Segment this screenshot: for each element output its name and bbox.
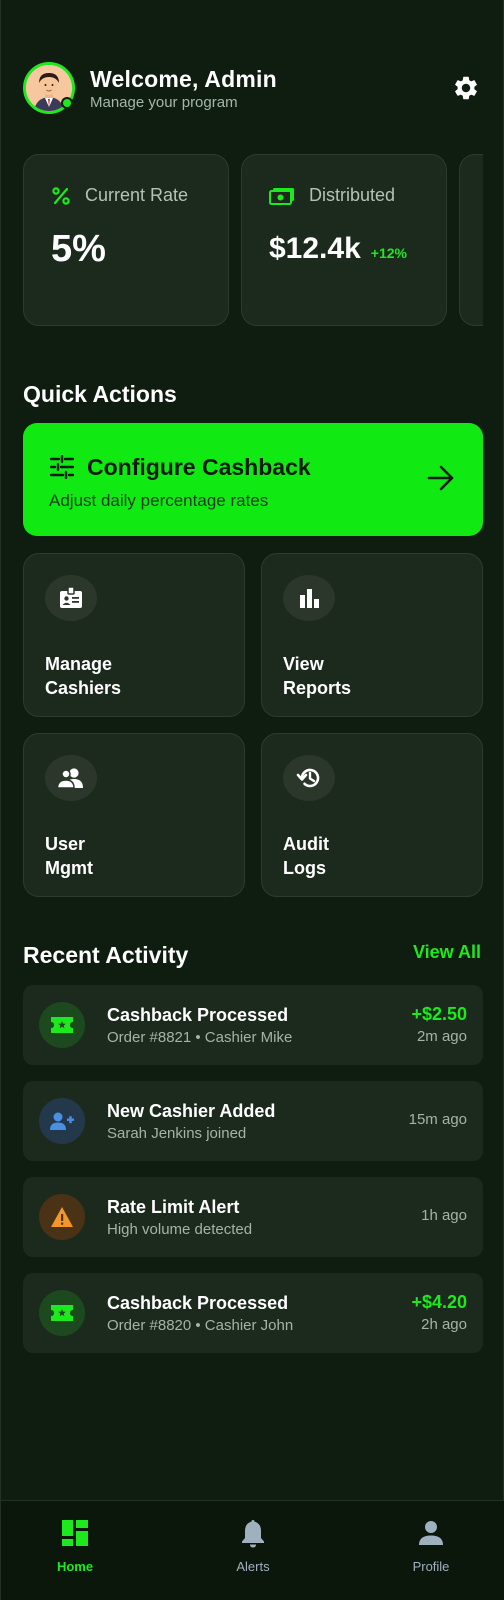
activity-item[interactable]: Rate Limit Alert High volume detected 1h… — [23, 1177, 483, 1257]
action-label-line2: Reports — [283, 678, 352, 698]
stat-value-amount: $12.4k — [269, 232, 361, 265]
user-add-icon — [39, 1098, 85, 1144]
gear-icon — [455, 76, 477, 100]
activity-subtitle: Sarah Jenkins joined — [107, 1125, 247, 1142]
action-label-line1: Audit — [283, 834, 329, 854]
stat-label: Current Rate — [85, 185, 189, 205]
action-label-line1: View — [283, 654, 324, 674]
activity-time: 2h ago — [421, 1316, 467, 1333]
arrow-right-icon — [427, 465, 455, 496]
activity-item[interactable]: Cashback Processed Order #8820 • Cashier… — [23, 1273, 483, 1353]
activity-subtitle: High volume detected — [107, 1221, 253, 1238]
warning-icon — [39, 1194, 85, 1240]
page-title: Welcome, Admin — [90, 65, 277, 92]
activity-amount: +$2.50 — [411, 1004, 467, 1024]
activity-subtitle: Order #8820 • Cashier John — [107, 1317, 294, 1334]
view-reports-button[interactable]: View Reports — [261, 553, 483, 717]
configure-title: Configure Cashback — [87, 454, 311, 480]
stat-value: 5% — [51, 228, 106, 270]
activity-time: 15m ago — [408, 1111, 467, 1128]
stat-card-partial[interactable] — [459, 154, 483, 326]
activity-title: Cashback Processed — [107, 1293, 289, 1313]
activity-title: New Cashier Added — [107, 1101, 276, 1121]
activity-title: Cashback Processed — [107, 1005, 289, 1025]
activity-time: 1h ago — [421, 1207, 467, 1224]
person-icon — [386, 1517, 476, 1549]
view-all-link[interactable]: View All — [413, 942, 481, 963]
percent-icon — [51, 186, 71, 206]
stat-delta: +12% — [370, 245, 407, 261]
users-icon — [45, 755, 97, 801]
action-label-line1: User — [45, 834, 86, 854]
badge-icon — [45, 575, 97, 621]
audit-logs-button[interactable]: Audit Logs — [261, 733, 483, 897]
history-icon — [283, 755, 335, 801]
settings-button[interactable] — [451, 73, 481, 103]
user-mgmt-button[interactable]: User Mgmt — [23, 733, 245, 897]
page-subtitle: Manage your program — [90, 93, 238, 111]
activity-item[interactable]: New Cashier Added Sarah Jenkins joined 1… — [23, 1081, 483, 1161]
bell-icon — [208, 1517, 298, 1549]
bar-chart-icon — [283, 575, 335, 621]
activity-item[interactable]: Cashback Processed Order #8821 • Cashier… — [23, 985, 483, 1065]
action-label-line2: Cashiers — [45, 678, 122, 698]
nav-home[interactable]: Home — [30, 1517, 120, 1574]
ticket-icon — [39, 1002, 85, 1048]
action-label-line2: Logs — [283, 858, 326, 878]
manage-cashiers-button[interactable]: Manage Cashiers — [23, 553, 245, 717]
configure-subtitle: Adjust daily percentage rates — [49, 491, 269, 510]
bottom-nav: Home Alerts Profile — [1, 1500, 504, 1600]
activity-title: Rate Limit Alert — [107, 1197, 240, 1217]
activity-time: 2m ago — [416, 1028, 467, 1045]
stat-value: $12.4k +12% — [269, 227, 407, 275]
stat-card-distributed[interactable]: Distributed $12.4k +12% — [241, 154, 447, 326]
recent-activity-title: Recent Activity — [23, 942, 189, 968]
stat-label: Distributed — [309, 185, 396, 205]
nav-alerts[interactable]: Alerts — [208, 1517, 298, 1574]
nav-profile[interactable]: Profile — [386, 1517, 476, 1574]
stat-card-current-rate[interactable]: Current Rate 5% — [23, 154, 229, 326]
action-label-line1: Manage — [45, 654, 113, 674]
header: Welcome, Admin Manage your program — [23, 62, 481, 114]
app-frame: Welcome, Admin Manage your program Curre… — [0, 0, 504, 1600]
nav-label: Alerts — [236, 1559, 270, 1574]
nav-label: Profile — [412, 1559, 450, 1574]
sliders-icon — [49, 455, 75, 479]
dashboard-icon — [30, 1517, 120, 1549]
quick-actions-title: Quick Actions — [23, 381, 177, 407]
action-label-line2: Mgmt — [45, 858, 93, 878]
online-status-dot — [61, 97, 73, 109]
stats-carousel[interactable]: Current Rate 5% Distributed $12.4k +12% — [23, 154, 483, 326]
money-icon — [269, 187, 295, 205]
nav-label: Home — [56, 1559, 94, 1574]
activity-subtitle: Order #8821 • Cashier Mike — [107, 1029, 293, 1046]
activity-amount: +$4.20 — [411, 1292, 467, 1312]
ticket-icon — [39, 1290, 85, 1336]
avatar[interactable] — [23, 62, 75, 114]
configure-cashback-button[interactable]: Configure Cashback Adjust daily percenta… — [23, 423, 483, 536]
